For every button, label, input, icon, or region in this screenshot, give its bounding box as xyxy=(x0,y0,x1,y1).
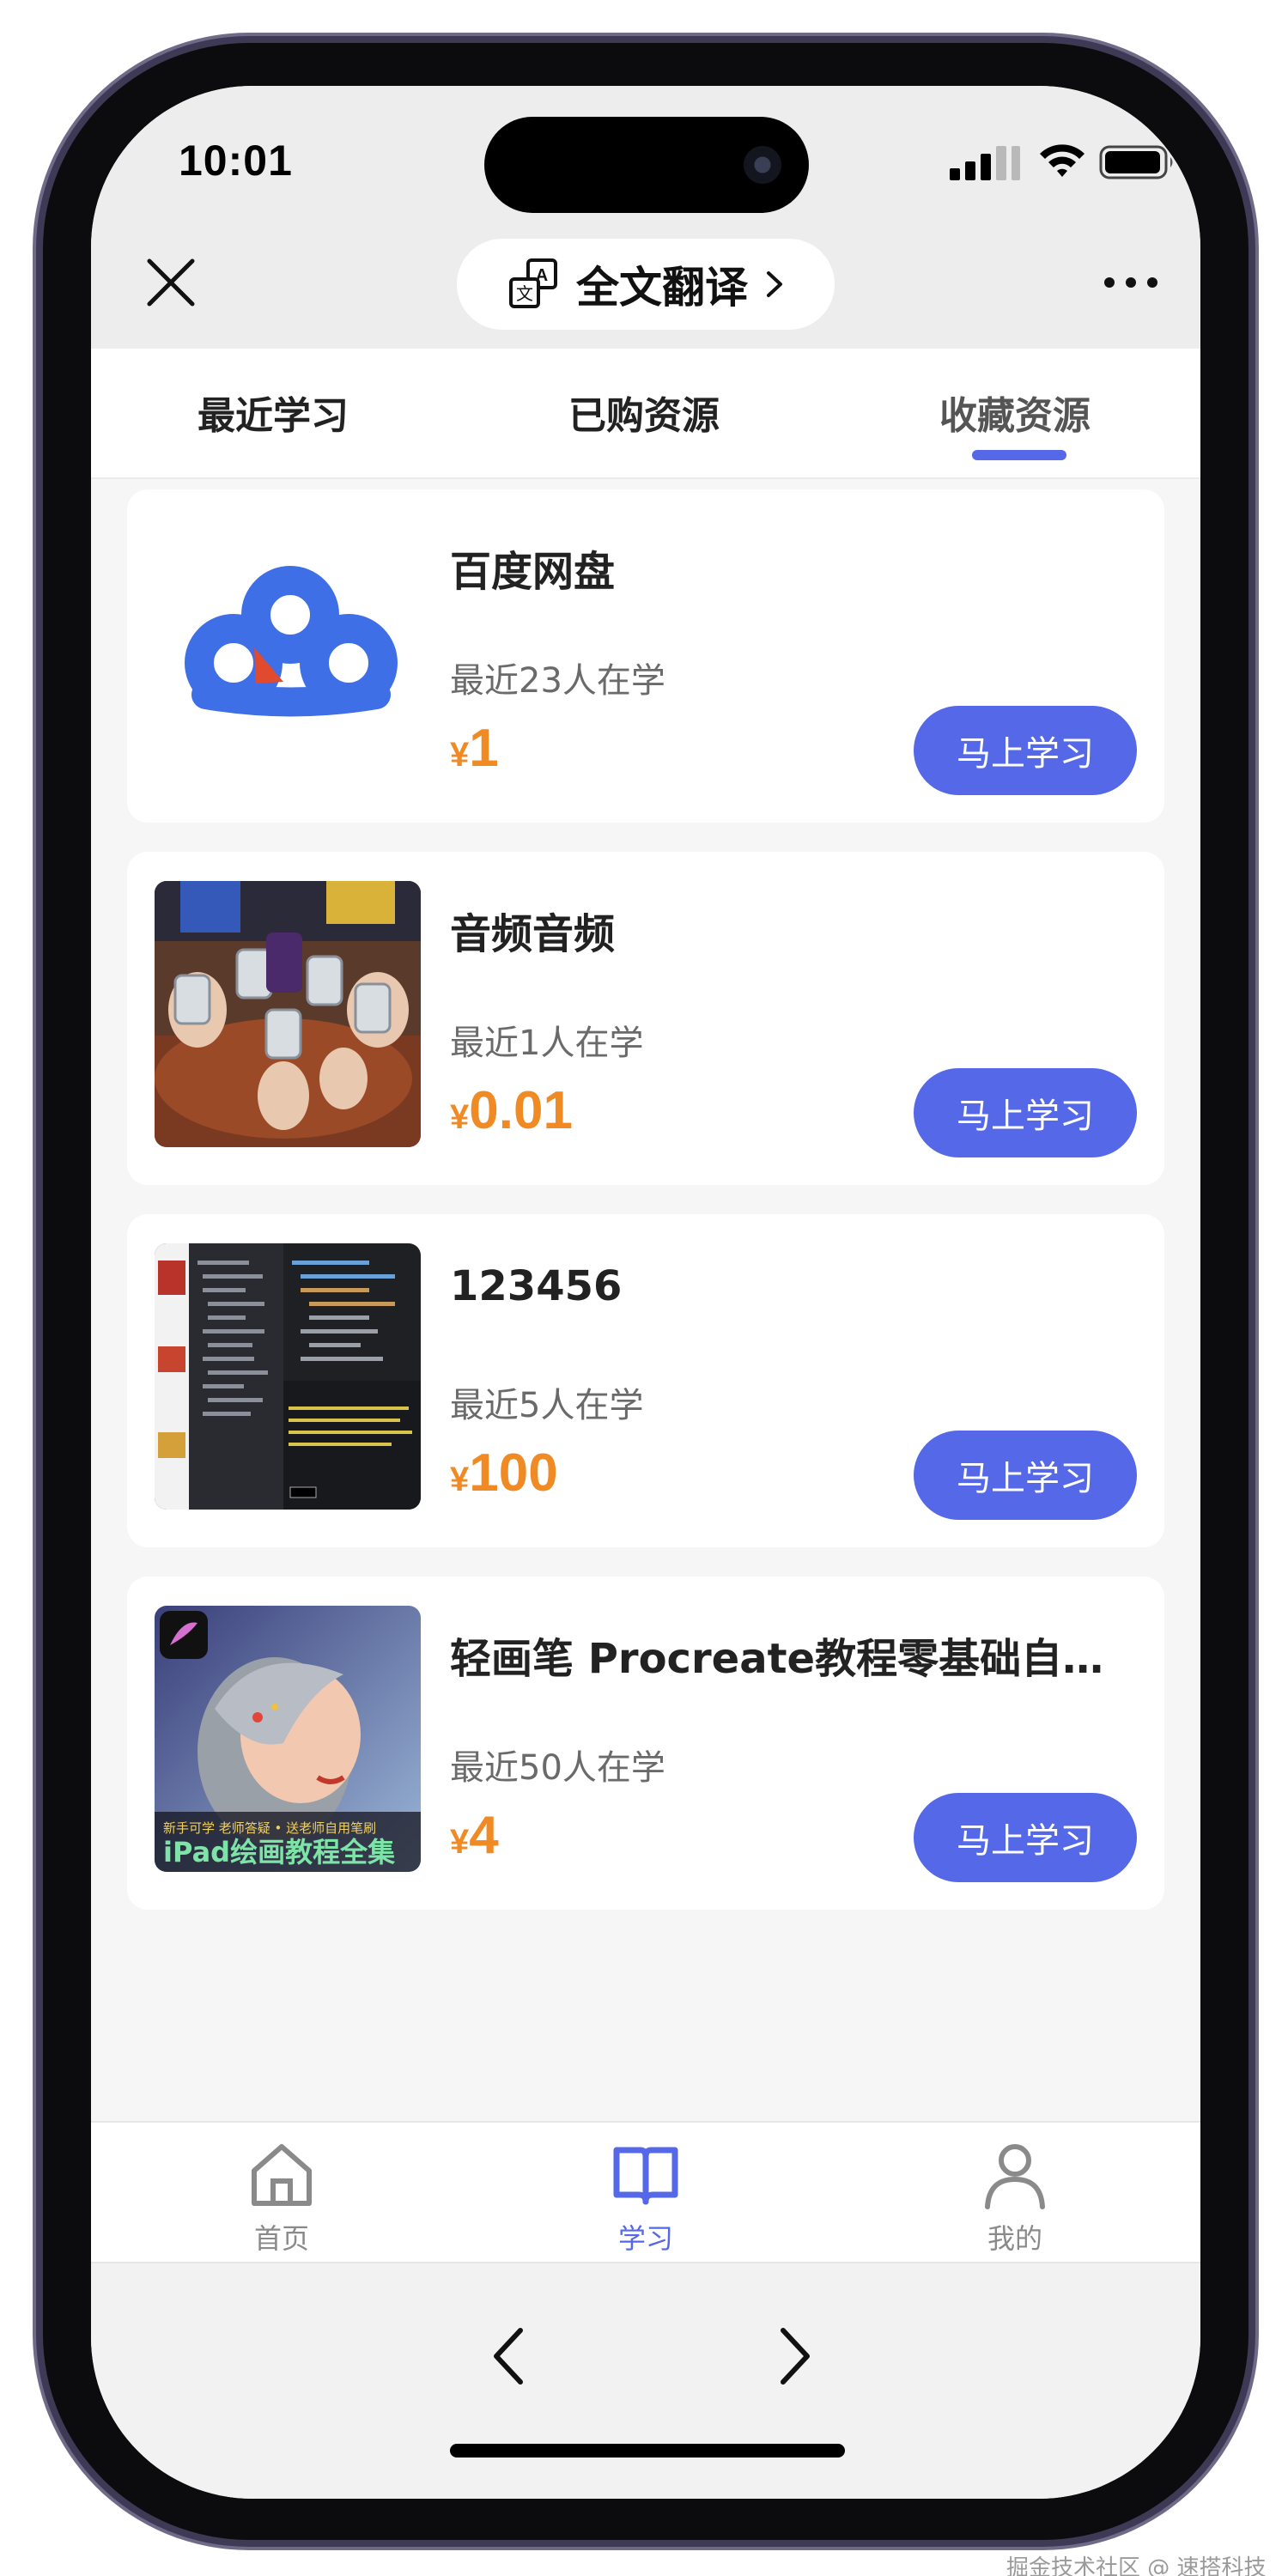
tab-recent-learning[interactable]: 最近学习 xyxy=(197,385,349,440)
cellular-signal-icon xyxy=(950,146,1020,180)
home-indicator[interactable] xyxy=(450,2444,845,2458)
thumb-subtitle: 新手可学 老师答疑 • 送老师自用笔刷 xyxy=(163,1820,376,1836)
tabbar-item-learning[interactable]: 学习 xyxy=(560,2138,732,2257)
forward-arrow-icon[interactable] xyxy=(776,2325,814,2387)
translate-label: 全文翻译 xyxy=(576,263,748,313)
resource-tabs: 最近学习 已购资源 收藏资源 xyxy=(91,349,1200,479)
full-text-translate-button[interactable]: A 文 全文翻译 xyxy=(457,239,835,330)
course-learners: 最近1人在学 xyxy=(450,1024,644,1063)
toast-photo-image xyxy=(155,881,421,1147)
cloud-logo-icon xyxy=(185,566,398,717)
course-price: ¥1 xyxy=(450,718,499,779)
code-editor-screenshot-image xyxy=(155,1243,421,1510)
price-value: 100 xyxy=(469,1443,558,1503)
price-value: 4 xyxy=(469,1806,499,1865)
course-card[interactable]: 音频音频 最近1人在学 ¥0.01 马上学习 xyxy=(127,852,1164,1185)
bottom-tab-bar: 首页 学习 我的 xyxy=(91,2121,1200,2263)
course-price: ¥4 xyxy=(450,1805,499,1866)
svg-text:文: 文 xyxy=(516,283,533,304)
home-icon xyxy=(252,2144,312,2206)
browser-navigation-bar xyxy=(91,2263,1200,2499)
course-card[interactable]: 123456 最近5人在学 ¥100 马上学习 xyxy=(127,1214,1164,1547)
course-price: ¥0.01 xyxy=(450,1080,573,1141)
translate-icon: A 文 xyxy=(509,258,557,308)
start-learning-button[interactable]: 马上学习 xyxy=(914,1431,1137,1520)
course-price: ¥100 xyxy=(450,1443,558,1504)
course-card[interactable]: 新手可学 老师答疑 • 送老师自用笔刷 iPad绘画教程全集 轻画笔 Procr… xyxy=(127,1577,1164,1910)
procreate-illustration-image: 新手可学 老师答疑 • 送老师自用笔刷 iPad绘画教程全集 xyxy=(155,1606,421,1872)
tabbar-item-mine[interactable]: 我的 xyxy=(929,2138,1101,2257)
tab-favorite-resources[interactable]: 收藏资源 xyxy=(939,385,1091,440)
course-title: 123456 xyxy=(450,1262,623,1310)
top-bar: 10:01 A 文 全文翻译 xyxy=(91,86,1200,349)
course-thumbnail xyxy=(155,881,421,1147)
tab-purchased-resources[interactable]: 已购资源 xyxy=(568,385,720,440)
start-learning-button[interactable]: 马上学习 xyxy=(914,1068,1137,1157)
currency-symbol: ¥ xyxy=(450,1098,470,1136)
currency-symbol: ¥ xyxy=(450,1823,470,1861)
wifi-icon xyxy=(1040,144,1084,177)
course-title: 百度网盘 xyxy=(450,548,616,596)
start-learning-button[interactable]: 马上学习 xyxy=(914,706,1137,795)
phone-screen: 10:01 A 文 全文翻译 最近学习 已购资源 收藏资源 百度网盘 最近23人… xyxy=(91,86,1200,2499)
battery-icon xyxy=(1099,145,1173,179)
close-icon[interactable] xyxy=(143,254,199,311)
course-title: 音频音频 xyxy=(450,910,616,958)
currency-symbol: ¥ xyxy=(450,736,470,774)
currency-symbol: ¥ xyxy=(450,1461,470,1498)
user-icon xyxy=(985,2144,1045,2209)
price-value: 0.01 xyxy=(469,1081,573,1140)
course-title: 轻画笔 Procreate教程零基础自学iPad绘画 xyxy=(450,1635,1137,1683)
course-thumbnail xyxy=(155,519,421,785)
course-learners: 最近50人在学 xyxy=(450,1748,665,1788)
tabbar-label: 我的 xyxy=(987,2222,1042,2255)
tabbar-label: 学习 xyxy=(617,2222,673,2255)
course-card[interactable]: 百度网盘 最近23人在学 ¥1 马上学习 xyxy=(127,489,1164,823)
course-thumbnail xyxy=(155,1243,421,1510)
tabbar-item-home[interactable]: 首页 xyxy=(196,2138,368,2257)
course-learners: 最近5人在学 xyxy=(450,1386,644,1425)
more-options-icon[interactable] xyxy=(1101,270,1161,295)
camera-icon xyxy=(744,146,781,184)
watermark-text: 掘金技术社区 @ 速搭科技 xyxy=(1006,2555,1267,2576)
active-tab-indicator xyxy=(972,450,1066,460)
price-value: 1 xyxy=(469,719,499,778)
course-learners: 最近23人在学 xyxy=(450,661,665,701)
thumb-headline: iPad绘画教程全集 xyxy=(163,1836,395,1868)
start-learning-button[interactable]: 马上学习 xyxy=(914,1793,1137,1882)
tabbar-label: 首页 xyxy=(253,2222,309,2255)
chevron-right-icon xyxy=(767,271,782,297)
back-arrow-icon[interactable] xyxy=(489,2325,527,2387)
book-icon xyxy=(613,2147,678,2205)
course-thumbnail: 新手可学 老师答疑 • 送老师自用笔刷 iPad绘画教程全集 xyxy=(155,1606,421,1872)
status-time: 10:01 xyxy=(179,137,293,185)
